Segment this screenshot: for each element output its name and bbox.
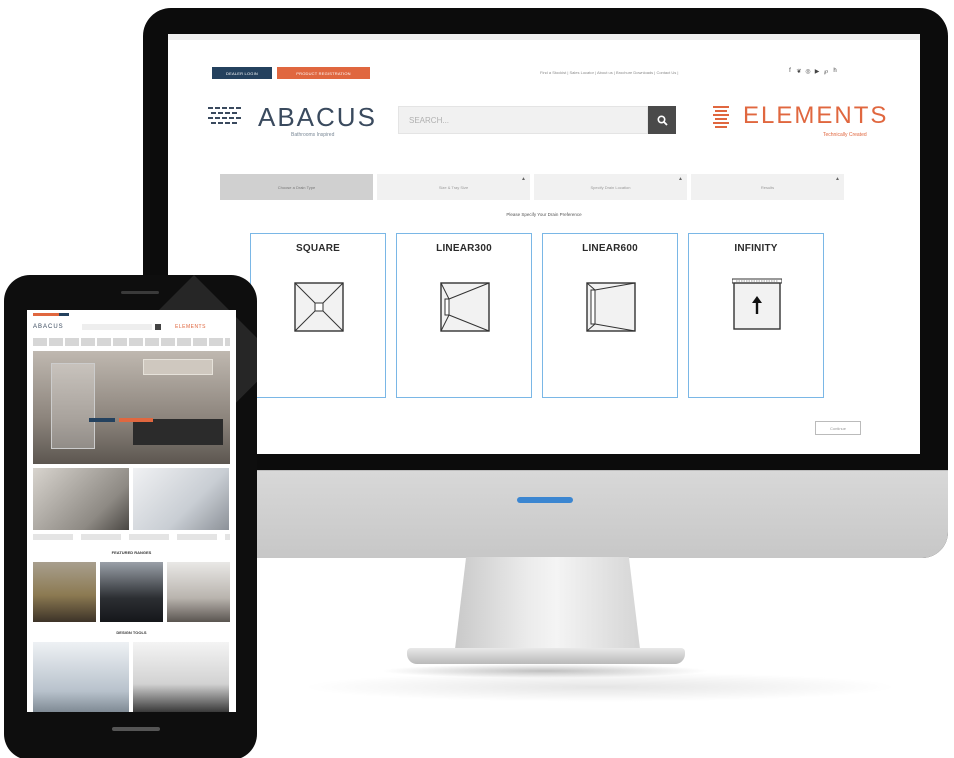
instagram-icon[interactable]: ◎ (805, 68, 811, 75)
card-label: SQUARE (296, 243, 340, 254)
featured-range-image[interactable] (100, 562, 163, 622)
dealer-login-button[interactable]: DEALER LOGIN (212, 67, 272, 79)
lock-icon: ▲ (521, 176, 526, 182)
facebook-icon[interactable]: f (787, 68, 793, 75)
abacus-mark-icon (208, 107, 241, 124)
step-label: Choose a Drain Type (277, 184, 316, 190)
mobile-top-button-navy[interactable] (59, 313, 69, 316)
drain-preference-heading: Please Specify Your Drain Preference (506, 212, 582, 217)
featured-ranges-row (33, 562, 230, 622)
mobile-screen: ABACUS ELEMENTS FEATURED RANGES DESIGN T… (27, 310, 236, 712)
card-label: LINEAR600 (582, 243, 638, 254)
browser-top-strip (168, 34, 920, 40)
mobile-top-button-orange[interactable] (33, 313, 59, 316)
monitor-stand-base (407, 648, 685, 664)
social-links: f ❦ ◎ ▶ ℘ h (787, 68, 838, 75)
drain-card-linear600[interactable]: LINEAR600 (542, 233, 678, 398)
elements-logo[interactable]: ELEMENTS Technically Created (713, 102, 913, 144)
linear600-drain-icon (586, 282, 636, 332)
mobile-promo-row (33, 468, 229, 530)
featured-range-image[interactable] (167, 562, 230, 622)
hero-cta-navy[interactable] (89, 418, 115, 422)
phone-home-bar[interactable] (112, 727, 160, 731)
design-tools-heading: DESIGN TOOLS (116, 630, 147, 635)
lock-icon: ▲ (835, 176, 840, 182)
youtube-icon[interactable]: ▶ (814, 68, 820, 75)
featured-range-image[interactable] (33, 562, 96, 622)
mobile-elements-logo[interactable]: ELEMENTS (175, 324, 206, 330)
monitor-led (517, 497, 573, 503)
hero-vanity (133, 419, 223, 445)
linear300-drain-icon (440, 282, 490, 332)
abacus-tagline: Bathrooms Inspired (291, 132, 335, 138)
pinterest-icon[interactable]: ℘ (823, 68, 829, 75)
search-input[interactable]: SEARCH... (398, 106, 648, 134)
drain-card-square[interactable]: SQUARE (250, 233, 386, 398)
device-mockup-stage: DEALER LOGIN PRODUCT REGISTRATION Find a… (0, 0, 954, 758)
card-label: LINEAR300 (436, 243, 492, 254)
step-specify-drain-location[interactable]: Specify Drain Location ▲ (534, 174, 687, 200)
mobile-nav-bar[interactable] (33, 338, 230, 346)
step-label: Size & Tray Size (438, 184, 469, 190)
infinity-drain-icon (732, 278, 782, 330)
lock-icon: ▲ (678, 176, 683, 182)
design-tool-image[interactable] (133, 642, 229, 712)
continue-button[interactable]: Continue (815, 421, 861, 435)
monitor-stand-neck (455, 557, 640, 649)
mobile-search-button[interactable] (155, 324, 161, 330)
twitter-icon[interactable]: ❦ (796, 68, 802, 75)
featured-ranges-heading: FEATURED RANGES (111, 550, 152, 555)
hero-mirror (143, 359, 213, 375)
design-tool-image[interactable] (33, 642, 129, 712)
abacus-wordmark: ABACUS (258, 102, 377, 132)
drain-card-linear300[interactable]: LINEAR300 (396, 233, 532, 398)
design-tools-row (33, 642, 229, 712)
step-label: Results (760, 184, 775, 190)
drain-type-cards: SQUARE LINEAR300 LINEAR600 INFINITY (250, 233, 824, 398)
abacus-logo[interactable]: ABACUS Bathrooms Inspired (208, 102, 375, 144)
monitor-stand-shadow (380, 664, 710, 678)
elements-mark-icon (713, 106, 729, 128)
product-registration-button[interactable]: PRODUCT REGISTRATION (277, 67, 370, 79)
hero-shower-screen (51, 363, 95, 449)
mobile-abacus-logo[interactable]: ABACUS (33, 324, 64, 330)
step-results[interactable]: Results ▲ (691, 174, 844, 200)
step-size-tray-size[interactable]: Size & Tray Size ▲ (377, 174, 530, 200)
promo-image[interactable] (33, 468, 129, 530)
desktop-screen: DEALER LOGIN PRODUCT REGISTRATION Find a… (168, 34, 920, 454)
top-links[interactable]: Find a Stockist | Sales Locator | About … (540, 70, 678, 75)
drain-card-infinity[interactable]: INFINITY (688, 233, 824, 398)
drain-wizard-steps: Choose a Drain Type Size & Tray Size ▲ S… (220, 174, 844, 200)
phone-speaker (121, 291, 159, 294)
hero-cta-orange[interactable] (119, 418, 153, 422)
card-label: INFINITY (734, 243, 778, 254)
mobile-promo-captions (33, 534, 230, 540)
elements-wordmark: ELEMENTS (743, 102, 889, 129)
step-label: Specify Drain Location (590, 184, 631, 190)
monitor-chin (143, 470, 948, 558)
promo-image[interactable] (133, 468, 229, 530)
elements-tagline: Technically Created (823, 132, 867, 138)
step-choose-drain-type[interactable]: Choose a Drain Type (220, 174, 373, 200)
search-icon (656, 114, 668, 126)
square-drain-icon (294, 282, 344, 332)
mobile-search-input[interactable] (82, 324, 152, 330)
houzz-icon[interactable]: h (832, 68, 838, 75)
search-button[interactable] (648, 106, 676, 134)
mobile-hero-image[interactable] (33, 351, 230, 464)
